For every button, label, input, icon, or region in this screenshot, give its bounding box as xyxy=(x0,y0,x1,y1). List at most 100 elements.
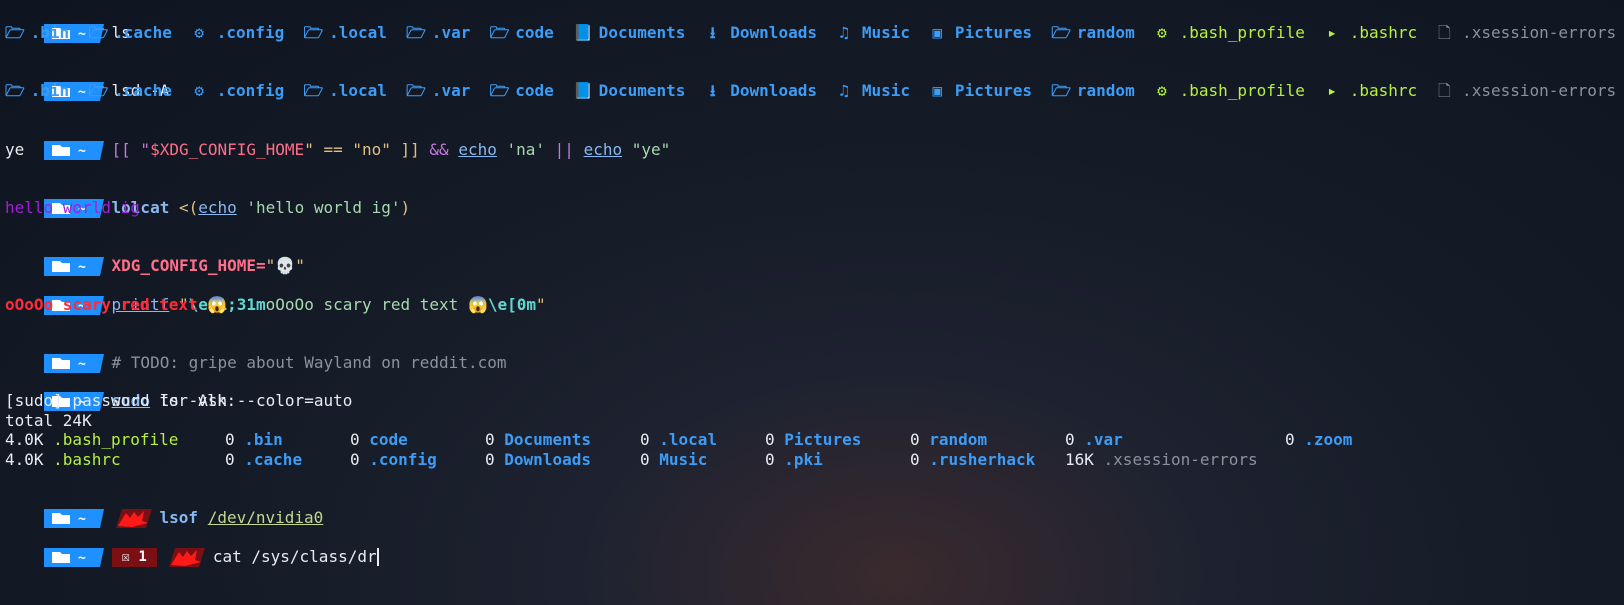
file-type-icon: 🗁 xyxy=(1051,23,1072,42)
file-entry: ▸ .bashrc xyxy=(1324,23,1417,42)
ls-entry: 0 .rusherhack xyxy=(910,450,1035,470)
file-name: .var xyxy=(422,23,471,42)
ls-entry: 4.0K .bash_profile xyxy=(5,430,178,450)
root-flame-icon xyxy=(168,548,205,567)
file-name: .bashrc xyxy=(1340,81,1418,100)
file-type-icon: 🗁 xyxy=(1051,81,1072,100)
file-name: .local xyxy=(319,23,387,42)
file-entry: 🗁 .bin xyxy=(5,23,69,42)
prompt-badge: ~ xyxy=(43,548,104,567)
file-entry: 🗁 .cache xyxy=(88,81,171,100)
file-name: Documents xyxy=(589,23,686,42)
svg-text:~: ~ xyxy=(78,512,86,527)
file-name: Pictures xyxy=(945,81,1032,100)
test-compare: " == "no" ]] xyxy=(304,140,430,159)
file-name: .local xyxy=(319,81,387,100)
file-size: 4.0K xyxy=(5,430,44,449)
assign-value: "💀" xyxy=(265,256,305,275)
prompt-badge: ~ xyxy=(43,257,104,276)
file-entry: 🗁 code xyxy=(490,23,554,42)
file-type-icon: 🗁 xyxy=(406,23,427,42)
file-type-icon: 🗁 xyxy=(406,81,427,100)
string-na: 'na' xyxy=(496,140,555,159)
ls-entry: 0 code xyxy=(350,430,408,450)
file-type-icon: ▸ xyxy=(1327,23,1337,42)
file-entry: 🗁 code xyxy=(490,81,554,100)
file-name: code xyxy=(505,81,554,100)
file-entry: ♫ Music xyxy=(836,23,910,42)
file-type-icon: 🗁 xyxy=(5,23,25,42)
svg-text:~: ~ xyxy=(78,260,86,275)
file-entry: 🗁 .bin xyxy=(5,81,69,100)
file-entry: 🗁 .var xyxy=(406,23,470,42)
escape-seq: \e[0m xyxy=(487,295,537,314)
file-type-icon: 🗁 xyxy=(303,23,324,42)
file-entry: ⚙ .bash_profile xyxy=(1154,81,1305,100)
file-name: random xyxy=(1067,23,1135,42)
file-size: 0 xyxy=(765,430,775,449)
and-op: && xyxy=(429,140,449,159)
file-entry: ⭳ Downloads xyxy=(705,23,817,42)
prompt-line-ls: ~ ls xyxy=(5,3,131,43)
prompt-badge: ~ xyxy=(43,141,104,160)
file-name: .local xyxy=(649,430,718,449)
close-box-icon: ☒ xyxy=(121,549,130,565)
file-type-icon: 🗁 xyxy=(303,81,324,100)
echo-cmd: echo xyxy=(198,198,237,217)
file-entry: ▸ .bashrc xyxy=(1324,81,1417,100)
file-name: Downloads xyxy=(720,23,817,42)
or-op: || xyxy=(554,140,574,159)
file-entry: 🗋 .xsession-errors xyxy=(1436,81,1616,100)
prompt-line-lsof: ~ lsof /dev/nvidia0 xyxy=(5,488,323,528)
file-name: .bin xyxy=(21,81,70,100)
file-name: .cache xyxy=(104,23,172,42)
file-entry: ⚙ .bash_profile xyxy=(1154,23,1305,42)
file-name: .bashrc xyxy=(43,450,121,469)
file-type-icon: 📘 xyxy=(573,23,593,42)
file-name: .rusherhack xyxy=(919,450,1036,469)
file-name: .cache xyxy=(104,81,172,100)
file-type-icon: ♫ xyxy=(839,81,850,100)
file-name: .bin xyxy=(21,23,70,42)
file-type-icon: ⭳ xyxy=(709,23,716,42)
comment-text: # TODO: gripe about Wayland on reddit.co… xyxy=(111,353,507,372)
file-name: .config xyxy=(359,450,437,469)
file-name: .zoom xyxy=(1294,430,1353,449)
ls-entry: 0 Downloads xyxy=(485,450,591,470)
quote-close: " xyxy=(536,295,546,314)
command-input[interactable]: cat /sys/class/dr xyxy=(213,547,377,566)
file-entry: 📘 Documents xyxy=(573,23,685,42)
file-size: 0 xyxy=(225,430,235,449)
file-size: 0 xyxy=(350,430,360,449)
file-name: Music xyxy=(649,450,708,469)
file-name: Documents xyxy=(589,81,686,100)
file-type-icon: 🗁 xyxy=(88,23,109,42)
file-type-icon: 🗁 xyxy=(489,81,510,100)
error-status-badge: ☒ 1 xyxy=(111,548,157,567)
file-type-icon: ▣ xyxy=(932,23,943,42)
ls-entry: 0 .local xyxy=(640,430,717,450)
svg-text:~: ~ xyxy=(78,551,86,566)
file-type-icon: ⚙ xyxy=(194,23,204,42)
terminal-window[interactable]: ~ ls 🗁 .bin 🗁 .cache ⚙ .config 🗁 .local 🗁… xyxy=(0,0,1624,605)
file-size: 0 xyxy=(640,430,650,449)
test-open: [[ " xyxy=(111,140,151,159)
file-name: .xsession-errors xyxy=(1452,23,1617,42)
file-name: Pictures xyxy=(945,23,1032,42)
file-size: 16K xyxy=(1065,450,1094,469)
ls-total: total 24K xyxy=(5,411,92,430)
file-size: 0 xyxy=(910,450,920,469)
file-entry: ⚙ .config xyxy=(191,81,284,100)
ls-output: 🗁 .bin 🗁 .cache ⚙ .config 🗁 .local 🗁 .va… xyxy=(5,23,1616,43)
root-flame-icon xyxy=(115,509,152,528)
file-type-icon: ▸ xyxy=(1327,81,1337,100)
output-lolcat: hello world ig xyxy=(5,198,140,217)
file-entry: 🗁 .var xyxy=(406,81,470,100)
file-name: code xyxy=(505,23,554,42)
svg-text:~: ~ xyxy=(78,357,86,372)
file-type-icon: ⭳ xyxy=(709,81,716,100)
ls-entry: 0 .bin xyxy=(225,430,283,450)
file-entry: ▣ Pictures xyxy=(929,81,1032,100)
ls-entry: 16K .xsession-errors xyxy=(1065,450,1258,470)
ls-entry: 4.0K .bashrc xyxy=(5,450,121,470)
